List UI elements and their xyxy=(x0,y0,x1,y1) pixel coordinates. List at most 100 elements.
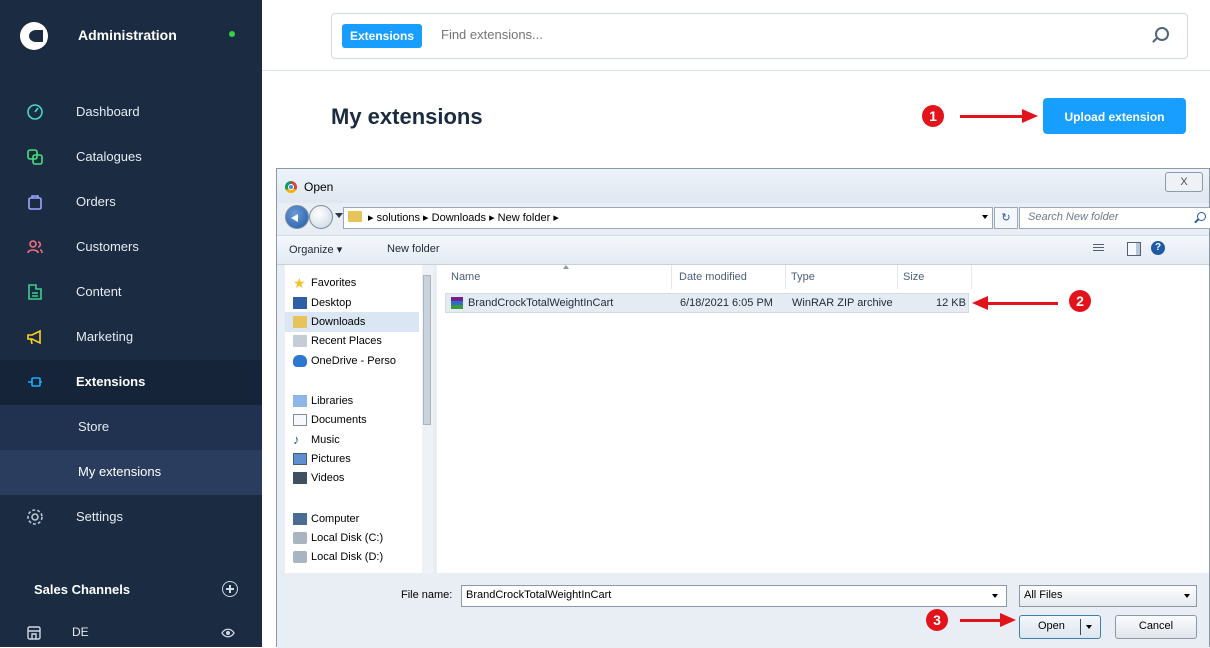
header-divider xyxy=(262,70,1210,71)
videos-icon xyxy=(293,472,307,484)
nav-pane-scrollbar[interactable] xyxy=(422,265,433,573)
navigation-pane: ★ Favorites Desktop Downloads Recent Plac… xyxy=(285,265,433,573)
nav-pane-item-videos[interactable]: Videos xyxy=(285,468,419,488)
nav-pane-item-pictures[interactable]: Pictures xyxy=(285,449,419,469)
nav-item-settings[interactable]: Settings xyxy=(0,495,262,540)
nav-pane-item-computer[interactable]: Computer xyxy=(285,509,419,529)
sub-item-my-extensions[interactable]: My extensions xyxy=(0,450,262,495)
open-options-dropdown-icon[interactable] xyxy=(1086,625,1092,629)
nav-pane-item-desktop[interactable]: Desktop xyxy=(285,293,419,313)
column-header-size[interactable]: Size xyxy=(903,271,924,283)
nav-item-customers[interactable]: Customers xyxy=(0,225,262,270)
sub-item-label: Store xyxy=(78,419,110,434)
dialog-search-box[interactable]: Search New folder xyxy=(1019,207,1210,229)
organize-button[interactable]: Organize ▾ xyxy=(289,243,342,256)
search-icon[interactable] xyxy=(1155,27,1169,41)
file-type: WinRAR ZIP archive xyxy=(792,297,893,309)
recent-places-icon xyxy=(293,335,307,347)
add-sales-channel-icon[interactable] xyxy=(222,581,238,597)
sales-channels-label: Sales Channels xyxy=(34,582,131,597)
nav-pane-item-downloads[interactable]: Downloads xyxy=(285,312,419,332)
address-bar[interactable]: ▸ solutions ▸ Downloads ▸ New folder ▸ xyxy=(343,207,993,229)
preview-pane-icon[interactable] xyxy=(1127,242,1141,256)
new-folder-button[interactable]: New folder xyxy=(387,243,440,255)
file-type-filter-value: All Files xyxy=(1024,589,1063,601)
dashboard-icon xyxy=(27,104,43,120)
file-type-filter[interactable]: All Files xyxy=(1019,585,1197,607)
sales-channel-item[interactable]: DE xyxy=(0,618,262,647)
refresh-button[interactable]: ↻ xyxy=(994,207,1018,229)
nav-pane-label: Recent Places xyxy=(311,335,382,347)
arrow-head-right-icon xyxy=(1000,613,1016,627)
sub-item-store[interactable]: Store xyxy=(0,405,262,450)
back-button[interactable] xyxy=(285,205,309,229)
content-icon xyxy=(28,284,42,300)
search-type-tag[interactable]: Extensions xyxy=(342,24,423,48)
nav-pane-item-local-disk-c[interactable]: Local Disk (C:) xyxy=(285,528,419,548)
chrome-icon xyxy=(285,181,297,193)
nav-pane-label: Favorites xyxy=(311,277,357,289)
nav-pane-label: OneDrive - Perso xyxy=(311,355,396,367)
nav-item-catalogues[interactable]: Catalogues xyxy=(0,135,262,180)
nav-pane-item-recent-places[interactable]: Recent Places xyxy=(285,331,419,351)
column-header-date[interactable]: Date modified xyxy=(679,271,747,283)
help-icon[interactable]: ? xyxy=(1151,241,1165,255)
shopware-logo-icon[interactable] xyxy=(20,22,48,50)
scrollbar-thumb[interactable] xyxy=(423,275,431,425)
marketing-icon xyxy=(27,329,41,345)
nav-item-content[interactable]: Content xyxy=(0,270,262,315)
orders-icon xyxy=(28,195,42,210)
page-title: My extensions xyxy=(331,104,483,129)
nav-pane-item-local-disk-d[interactable]: Local Disk (D:) xyxy=(285,547,419,567)
annotation-arrow-2 xyxy=(986,302,1058,305)
nav-pane-item-documents[interactable]: Documents xyxy=(285,410,419,430)
nav-pane-item-onedrive[interactable]: OneDrive - Perso xyxy=(285,351,419,371)
address-dropdown-icon[interactable] xyxy=(982,215,988,219)
upload-extension-button[interactable]: Upload extension xyxy=(1043,98,1186,134)
nav-label: Settings xyxy=(76,509,123,524)
column-separator[interactable] xyxy=(971,265,972,289)
file-name-value: BrandCrockTotalWeightInCart xyxy=(466,589,612,601)
search-input[interactable] xyxy=(439,26,1123,43)
arrow-head-right-icon xyxy=(1022,109,1038,123)
nav-pane-item-libraries[interactable]: Libraries xyxy=(285,391,419,411)
file-name: BrandCrockTotalWeightInCart xyxy=(468,297,614,309)
folder-icon xyxy=(348,211,362,222)
dialog-close-button[interactable]: X xyxy=(1165,172,1203,192)
computer-icon xyxy=(293,513,307,525)
status-dot xyxy=(229,31,235,37)
open-button-label: Open xyxy=(1038,620,1065,632)
file-name-input[interactable]: BrandCrockTotalWeightInCart xyxy=(461,585,1007,607)
nav-pane-label: Pictures xyxy=(311,453,351,465)
forward-button[interactable] xyxy=(309,205,333,229)
nav-pane-label: Libraries xyxy=(311,395,354,407)
search-icon[interactable] xyxy=(1197,212,1206,221)
nav-item-extensions[interactable]: Extensions xyxy=(0,360,262,405)
column-separator[interactable] xyxy=(897,265,898,289)
column-separator[interactable] xyxy=(671,265,672,289)
nav-pane-item-favorites[interactable]: ★ Favorites xyxy=(285,273,419,293)
nav-item-orders[interactable]: Orders xyxy=(0,180,262,225)
desktop-icon xyxy=(293,297,307,309)
column-separator[interactable] xyxy=(785,265,786,289)
nav-pane-label: Videos xyxy=(311,472,345,484)
nav-item-dashboard[interactable]: Dashboard xyxy=(0,90,262,135)
open-button[interactable]: Open xyxy=(1019,615,1101,639)
annotation-badge-3: 3 xyxy=(926,609,948,631)
column-header-name[interactable]: Name xyxy=(451,271,480,283)
nav-item-marketing[interactable]: Marketing xyxy=(0,315,262,360)
file-name-dropdown-icon[interactable] xyxy=(992,594,998,598)
column-header-type[interactable]: Type xyxy=(791,271,815,283)
annotation-arrow-1 xyxy=(960,115,1026,118)
winrar-archive-icon xyxy=(451,297,463,309)
cancel-button[interactable]: Cancel xyxy=(1115,615,1197,639)
change-view-icon[interactable] xyxy=(1093,242,1115,256)
history-dropdown-icon[interactable] xyxy=(335,213,343,218)
split-divider xyxy=(1080,619,1081,635)
eye-icon[interactable] xyxy=(221,627,235,639)
file-row[interactable]: BrandCrockTotalWeightInCart 6/18/2021 6:… xyxy=(445,293,969,313)
nav-label: Marketing xyxy=(76,329,134,344)
sort-indicator-icon xyxy=(563,265,569,269)
nav-pane-item-music[interactable]: ♪ Music xyxy=(285,430,419,450)
nav-pane-label: Computer xyxy=(311,513,360,525)
